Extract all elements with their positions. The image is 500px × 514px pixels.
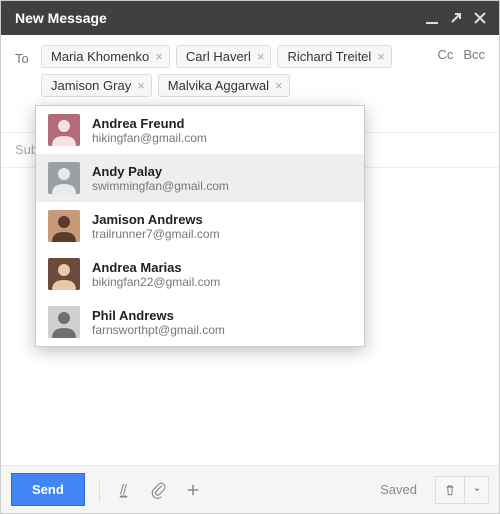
contact-text: Andy Palayswimmingfan@gmail.com bbox=[92, 164, 229, 193]
contact-text: Jamison Andrewstrailrunner7@gmail.com bbox=[92, 212, 220, 241]
cc-bcc-controls: Cc Bcc bbox=[437, 47, 485, 62]
more-options-button[interactable] bbox=[465, 476, 489, 504]
recipient-chip[interactable]: Richard Treitel × bbox=[277, 45, 391, 68]
contact-suggestion[interactable]: Andrea Freundhikingfan@gmail.com bbox=[36, 106, 364, 154]
compose-toolbar: Send Saved bbox=[1, 465, 499, 513]
recipient-chip-label: Jamison Gray bbox=[51, 78, 131, 93]
contact-email: hikingfan@gmail.com bbox=[92, 131, 207, 145]
compose-window: New Message To Maria Khomenko×Carl Haver… bbox=[0, 0, 500, 514]
minimize-icon[interactable] bbox=[423, 9, 441, 27]
contact-text: Andrea Freundhikingfan@gmail.com bbox=[92, 116, 207, 145]
recipient-chip-label: Maria Khomenko bbox=[51, 49, 149, 64]
recipients-section: To Maria Khomenko×Carl Haverl×Richard Tr… bbox=[1, 35, 499, 133]
contact-email: bikingfan22@gmail.com bbox=[92, 275, 220, 289]
recipient-chip-label: Carl Haverl bbox=[186, 49, 251, 64]
remove-chip-icon[interactable]: × bbox=[155, 50, 163, 63]
contact-email: swimmingfan@gmail.com bbox=[92, 179, 229, 193]
contact-suggestion[interactable]: Phil Andrewsfarnsworthpt@gmail.com bbox=[36, 298, 364, 346]
recipient-chip[interactable]: Jamison Gray × bbox=[41, 74, 152, 97]
remove-chip-icon[interactable]: × bbox=[377, 50, 385, 63]
insert-icon[interactable] bbox=[182, 479, 204, 501]
contact-name: Andy Palay bbox=[92, 164, 229, 179]
contact-suggestions-dropdown: Andrea Freundhikingfan@gmail.com Andy Pal… bbox=[35, 105, 365, 347]
titlebar: New Message bbox=[1, 1, 499, 35]
contact-email: farnsworthpt@gmail.com bbox=[92, 323, 225, 337]
contact-name: Andrea Freund bbox=[92, 116, 207, 131]
recipient-chip-label: Richard Treitel bbox=[287, 49, 371, 64]
attachment-icon[interactable] bbox=[148, 479, 170, 501]
avatar bbox=[48, 114, 80, 146]
contact-suggestion[interactable]: Andrea Mariasbikingfan22@gmail.com bbox=[36, 250, 364, 298]
avatar bbox=[48, 210, 80, 242]
cc-button[interactable]: Cc bbox=[437, 47, 453, 62]
to-label: To bbox=[15, 45, 41, 66]
window-title: New Message bbox=[15, 10, 107, 26]
recipient-chip-label: Malvika Aggarwal bbox=[168, 78, 269, 93]
avatar bbox=[48, 162, 80, 194]
remove-chip-icon[interactable]: × bbox=[257, 50, 265, 63]
contact-email: trailrunner7@gmail.com bbox=[92, 227, 220, 241]
close-icon[interactable] bbox=[471, 9, 489, 27]
saved-indicator: Saved bbox=[380, 482, 417, 497]
send-button[interactable]: Send bbox=[11, 473, 85, 506]
contact-name: Jamison Andrews bbox=[92, 212, 220, 227]
avatar bbox=[48, 306, 80, 338]
recipient-chip[interactable]: Maria Khomenko × bbox=[41, 45, 170, 68]
toolbar-separator bbox=[99, 479, 100, 501]
contact-name: Phil Andrews bbox=[92, 308, 225, 323]
popout-icon[interactable] bbox=[447, 9, 465, 27]
contact-suggestion[interactable]: Andy Palayswimmingfan@gmail.com bbox=[36, 154, 364, 202]
recipient-chip[interactable]: Malvika Aggarwal × bbox=[158, 74, 290, 97]
remove-chip-icon[interactable]: × bbox=[275, 79, 283, 92]
formatting-icon[interactable] bbox=[114, 479, 136, 501]
contact-text: Andrea Mariasbikingfan22@gmail.com bbox=[92, 260, 220, 289]
remove-chip-icon[interactable]: × bbox=[137, 79, 145, 92]
bcc-button[interactable]: Bcc bbox=[463, 47, 485, 62]
recipient-chip[interactable]: Carl Haverl × bbox=[176, 45, 272, 68]
avatar bbox=[48, 258, 80, 290]
contact-name: Andrea Marias bbox=[92, 260, 220, 275]
discard-button[interactable] bbox=[435, 476, 465, 504]
contact-suggestion[interactable]: Jamison Andrewstrailrunner7@gmail.com bbox=[36, 202, 364, 250]
contact-text: Phil Andrewsfarnsworthpt@gmail.com bbox=[92, 308, 225, 337]
